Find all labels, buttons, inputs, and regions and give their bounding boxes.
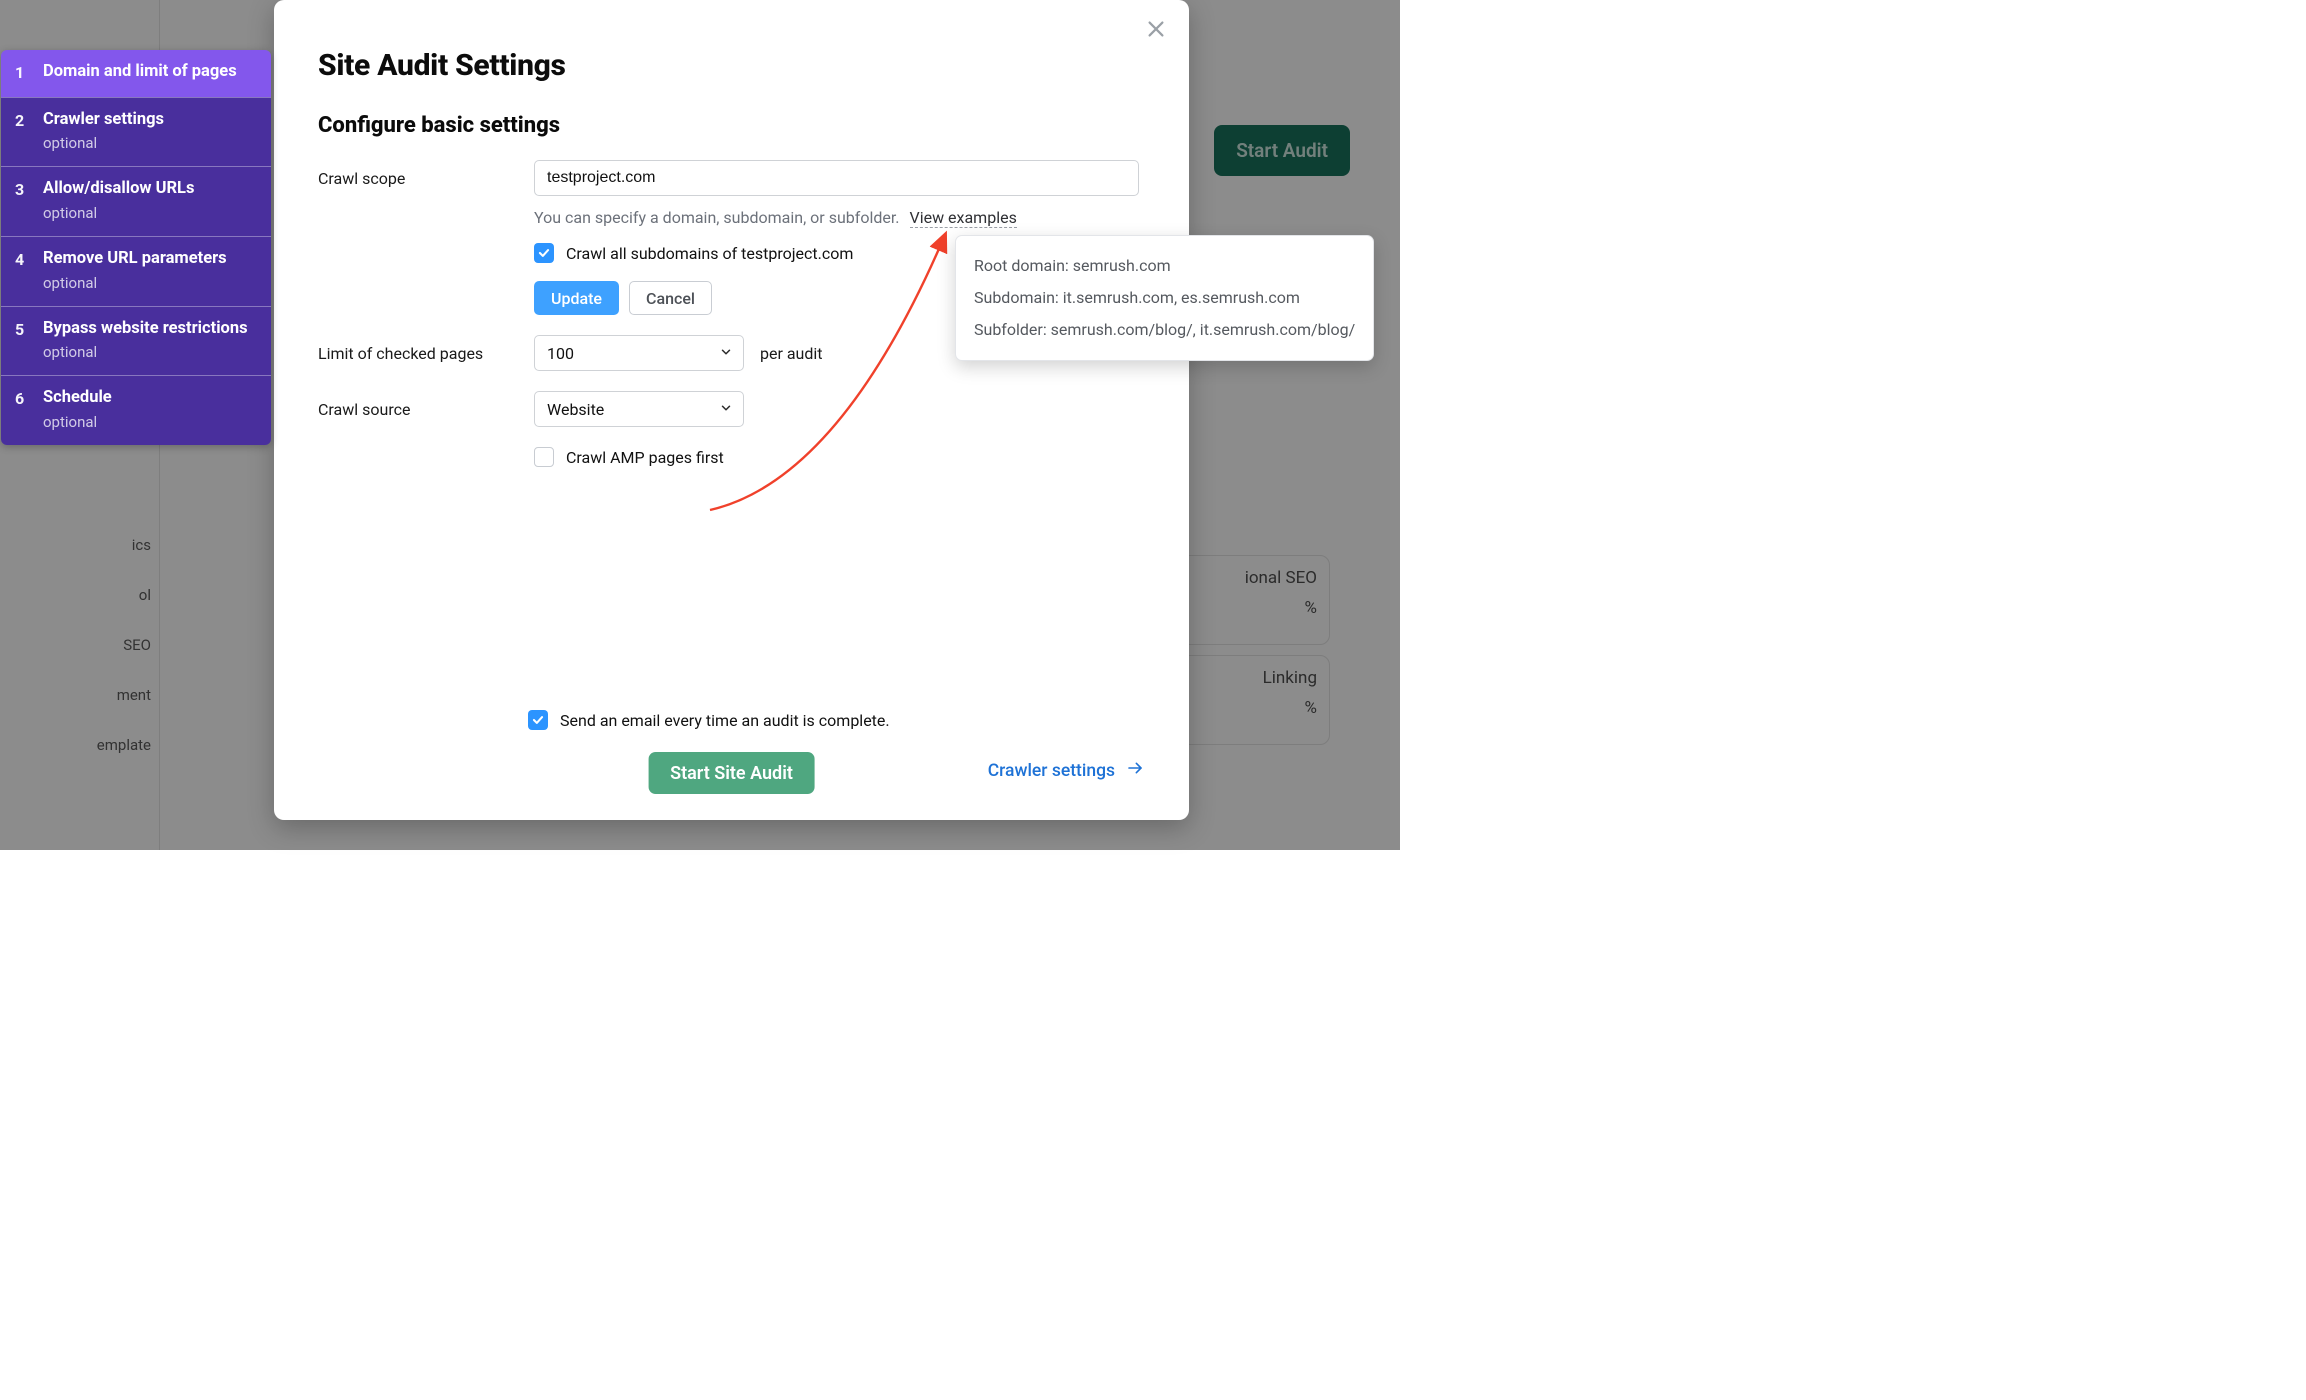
update-button[interactable]: Update	[534, 281, 619, 315]
crawl-source-select[interactable]: Website	[534, 391, 744, 427]
arrow-right-icon	[1125, 760, 1145, 781]
limit-pages-value: 100	[547, 344, 574, 363]
crawl-amp-label: Crawl AMP pages first	[566, 448, 724, 467]
wizard-step-remove-params[interactable]: 4 Remove URL parameters optional	[1, 236, 271, 306]
crawl-subdomains-label: Crawl all subdomains of testproject.com	[566, 244, 853, 263]
chevron-down-icon	[719, 344, 733, 363]
wizard-step-crawler-settings[interactable]: 2 Crawler settings optional	[1, 97, 271, 167]
crawl-source-value: Website	[547, 400, 604, 419]
chevron-down-icon	[719, 400, 733, 419]
crawl-scope-input[interactable]	[534, 160, 1139, 196]
tooltip-line: Subdomain: it.semrush.com, es.semrush.co…	[974, 282, 1355, 314]
label-crawl-scope: Crawl scope	[318, 160, 528, 188]
examples-tooltip: Root domain: semrush.com Subdomain: it.s…	[955, 235, 1374, 361]
section-heading: Configure basic settings	[318, 113, 1145, 138]
wizard-step-domain-limit[interactable]: 1 Domain and limit of pages	[1, 50, 271, 97]
crawl-amp-checkbox[interactable]	[534, 447, 554, 467]
limit-pages-select[interactable]: 100	[534, 335, 744, 371]
crawl-scope-hint: You can specify a domain, subdomain, or …	[534, 208, 1145, 227]
email-on-complete-label: Send an email every time an audit is com…	[560, 711, 890, 730]
wizard-step-schedule[interactable]: 6 Schedule optional	[1, 375, 271, 445]
tooltip-line: Root domain: semrush.com	[974, 250, 1355, 282]
modal-title: Site Audit Settings	[318, 48, 1145, 83]
site-audit-settings-modal: Site Audit Settings Configure basic sett…	[274, 0, 1189, 820]
crawl-subdomains-checkbox[interactable]	[534, 243, 554, 263]
crawler-settings-link[interactable]: Crawler settings	[988, 760, 1145, 781]
per-audit-text: per audit	[760, 344, 823, 363]
label-crawl-source: Crawl source	[318, 391, 528, 419]
label-limit-pages: Limit of checked pages	[318, 335, 528, 363]
close-icon[interactable]	[1145, 18, 1167, 40]
cancel-button[interactable]: Cancel	[629, 281, 712, 315]
wizard-step-allow-disallow[interactable]: 3 Allow/disallow URLs optional	[1, 166, 271, 236]
wizard-step-bypass-restrictions[interactable]: 5 Bypass website restrictions optional	[1, 306, 271, 376]
view-examples-link[interactable]: View examples	[910, 208, 1017, 228]
email-on-complete-checkbox[interactable]	[528, 710, 548, 730]
tooltip-line: Subfolder: semrush.com/blog/, it.semrush…	[974, 314, 1355, 346]
start-site-audit-button[interactable]: Start Site Audit	[648, 752, 815, 794]
wizard-steps: 1 Domain and limit of pages 2 Crawler se…	[1, 50, 271, 445]
